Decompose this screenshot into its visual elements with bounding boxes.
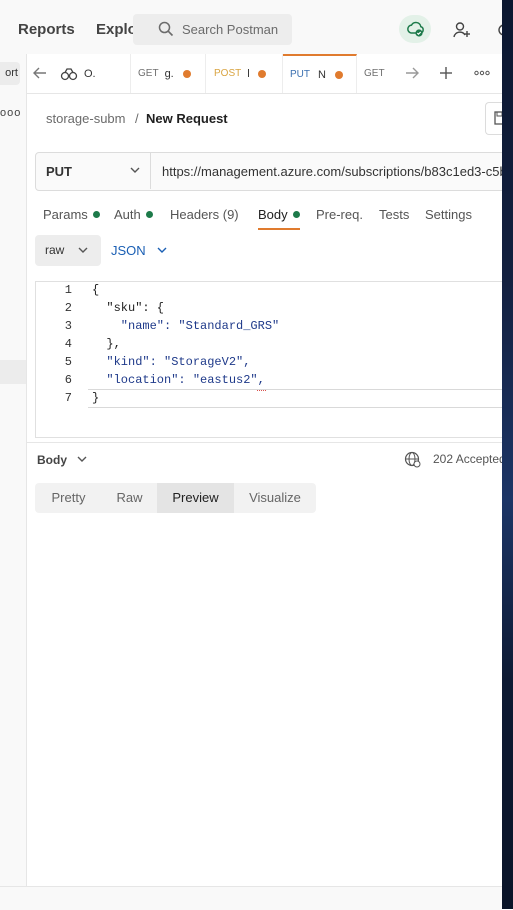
import-button[interactable]: ort [0,62,20,85]
tab-get-1[interactable]: GET g. [131,54,206,93]
tab-method: GET [138,68,159,79]
line-number: 5 [64,355,72,369]
lint-warning-marker [257,386,266,391]
sidebar-selected-item[interactable] [0,360,26,384]
overview-icon [60,67,78,81]
tab-params[interactable]: Params [43,207,100,222]
chevron-down-icon [130,167,140,174]
line-number: 6 [64,373,72,387]
tab-body[interactable]: Body [258,207,300,222]
tab-put-active[interactable]: PUT N [283,54,357,93]
pane-divider[interactable] [27,442,502,443]
unsaved-dot [334,70,343,79]
tab-method: GET [364,68,385,79]
tab-settings[interactable]: Settings [425,207,472,222]
line-number: 2 [64,301,72,315]
tab-title: g. [164,67,174,80]
tab-title: O. [84,67,96,80]
status-dot [292,211,300,218]
active-tab-indicator [258,228,300,230]
tab-overview[interactable]: O. [54,54,131,93]
tab-options-icon[interactable] [474,70,490,76]
view-tab-visualize[interactable]: Visualize [234,483,316,513]
tab-params-label: Params [43,207,88,222]
tab-method: POST [214,68,242,79]
tab-prerequest[interactable]: Pre-req. [316,207,363,222]
code-line: }, [92,337,121,351]
search-placeholder: Search Postman [182,22,279,37]
code-line: "location": "eastus2", [92,373,265,387]
unsaved-dot [257,69,266,78]
unsaved-dot [182,69,191,78]
nav-explore[interactable]: Explo [96,21,137,38]
view-tab-preview[interactable]: Preview [157,483,234,513]
tab-title: l [247,67,250,80]
code-line: "sku": { [92,301,165,315]
chevron-down-icon [157,247,167,254]
code-line: "kind": "StorageV2", [92,355,251,369]
forward-arrow-icon[interactable] [405,66,419,80]
line-number: 3 [64,319,72,333]
breadcrumb-collection[interactable]: storage-subm [46,111,125,126]
tab-get-2[interactable]: GET [357,54,397,93]
new-tab-plus-icon[interactable] [439,66,453,80]
line-number: 7 [64,391,72,405]
view-tab-pretty[interactable]: Pretty [35,483,102,513]
body-mode-label: raw [45,243,65,257]
code-line: "name": "Standard_GRS" [92,319,280,333]
method-label: PUT [46,164,72,179]
tab-headers[interactable]: Headers (9) [170,207,239,222]
view-tab-raw[interactable]: Raw [102,483,157,513]
line-number: 1 [64,283,72,297]
sidebar [0,54,27,886]
line-number: 4 [64,337,72,351]
response-section-label[interactable]: Body [37,453,67,467]
url-input[interactable]: https://management.azure.com/subscriptio… [162,164,502,179]
search-icon [158,21,174,37]
code-line: { [92,283,100,297]
tab-body-label: Body [258,207,288,222]
chevron-down-icon [78,247,88,254]
tab-tests[interactable]: Tests [379,207,409,222]
tab-auth-label: Auth [114,207,141,222]
chevron-down-icon[interactable] [77,456,87,463]
back-arrow-icon[interactable] [33,66,47,80]
globe-icon[interactable] [404,451,421,468]
current-line-highlight [88,389,502,408]
background-window [502,0,513,909]
tab-title: N [318,68,326,81]
tab-auth[interactable]: Auth [114,207,153,222]
invite-user-icon[interactable] [452,20,472,40]
sidebar-more-icon[interactable]: ooo [0,107,21,119]
request-name[interactable]: New Request [146,111,228,126]
tab-post[interactable]: POST l [206,54,283,93]
breadcrumb-separator: / [135,111,139,126]
status-dot [145,211,153,218]
status-dot [92,211,100,218]
tab-method: PUT [290,69,310,80]
cloud-sync-icon [406,19,426,39]
status-badge[interactable]: 202 Accepted [433,452,502,466]
code-line: } [92,391,100,405]
language-select[interactable]: JSON [111,243,146,258]
status-bar [0,886,502,910]
nav-reports[interactable]: Reports [18,21,75,38]
